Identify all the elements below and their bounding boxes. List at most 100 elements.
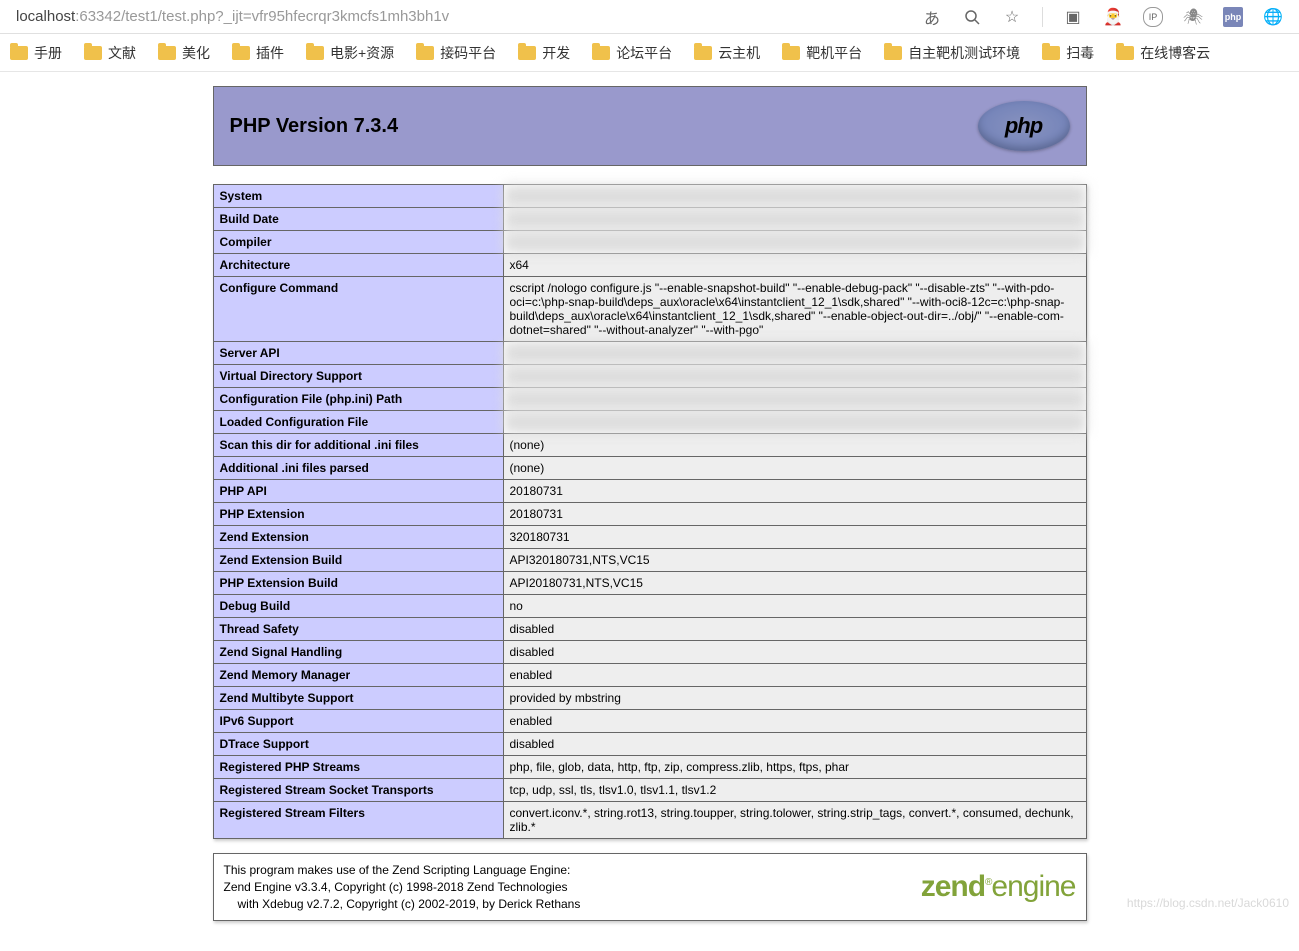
info-key: Thread Safety [213,618,503,641]
zend-line3: with Xdebug v2.7.2, Copyright (c) 2002-2… [224,896,581,913]
spider-icon[interactable]: 🕷 [1183,7,1203,27]
info-key: Registered Stream Socket Transports [213,779,503,802]
zend-credits: This program makes use of the Zend Scrip… [224,862,581,912]
info-value: 20180731 [503,480,1086,503]
info-value: 320180731 [503,526,1086,549]
folder-icon [232,46,250,60]
star-icon[interactable]: ☆ [1002,7,1022,27]
info-key: Build Date [213,208,503,231]
folder-icon [592,46,610,60]
bookmark-item[interactable]: 云主机 [694,43,760,63]
table-row: Thread Safetydisabled [213,618,1086,641]
bookmarks-bar: 手册 文献 美化 插件 电影+资源 接码平台 开发 论坛平台 云主机 靶机平台 自主靶机测试环境 扫毒… [0,34,1299,72]
bookmark-label: 论坛平台 [616,43,672,63]
table-row: Architecturex64 [213,254,1086,277]
info-value: redacted content redacted content [503,208,1086,231]
info-key: Zend Extension Build [213,549,503,572]
table-row: Zend Extension BuildAPI320180731,NTS,VC1… [213,549,1086,572]
info-value: redacted content redacted content [503,231,1086,254]
info-value: disabled [503,641,1086,664]
url-path: :63342/test1/test.php?_ijt=vfr95hfecrqr3… [75,8,449,25]
zend-logo[interactable]: zend®engine [921,870,1076,904]
phpinfo-header: PHP Version 7.3.4 php [213,86,1087,166]
info-value: disabled [503,733,1086,756]
info-value: tcp, udp, ssl, tls, tlsv1.0, tlsv1.1, tl… [503,779,1086,802]
bookmark-item[interactable]: 扫毒 [1042,43,1094,63]
info-key: Configuration File (php.ini) Path [213,388,503,411]
info-key: Virtual Directory Support [213,365,503,388]
table-row: IPv6 Supportenabled [213,710,1086,733]
table-row: Compilerredacted content redacted conten… [213,231,1086,254]
php-logo[interactable]: php [978,101,1070,151]
globe-icon[interactable]: 🌐 [1263,7,1283,27]
info-value: API320180731,NTS,VC15 [503,549,1086,572]
info-value: convert.iconv.*, string.rot13, string.to… [503,802,1086,839]
info-key: Architecture [213,254,503,277]
table-row: Virtual Directory Supportredacted conten… [213,365,1086,388]
info-key: Configure Command [213,277,503,342]
info-key: Server API [213,342,503,365]
bookmark-item[interactable]: 论坛平台 [592,43,672,63]
bookmark-item[interactable]: 接码平台 [416,43,496,63]
info-key: Compiler [213,231,503,254]
info-key: Zend Multibyte Support [213,687,503,710]
info-value: provided by mbstring [503,687,1086,710]
info-key: Zend Signal Handling [213,641,503,664]
info-value: php, file, glob, data, http, ftp, zip, c… [503,756,1086,779]
info-key: Loaded Configuration File [213,411,503,434]
bookmark-item[interactable]: 电影+资源 [306,43,394,63]
bookmark-label: 文献 [108,43,136,63]
bookmark-item[interactable]: 在线博客云 [1116,43,1210,63]
zend-line2: Zend Engine v3.3.4, Copyright (c) 1998-2… [224,880,568,894]
folder-icon [518,46,536,60]
browser-chrome: localhost:63342/test1/test.php?_ijt=vfr9… [0,0,1299,72]
table-row: Registered Stream Filtersconvert.iconv.*… [213,802,1086,839]
bookmark-label: 手册 [34,43,62,63]
bookmark-label: 开发 [542,43,570,63]
folder-icon [84,46,102,60]
php-icon[interactable]: php [1223,7,1243,27]
url-host: localhost [16,8,75,25]
info-value: API20180731,NTS,VC15 [503,572,1086,595]
info-value: redacted content redacted content [503,411,1086,434]
table-row: Configuration File (php.ini) Pathredacte… [213,388,1086,411]
info-key: PHP API [213,480,503,503]
bookmark-label: 靶机平台 [806,43,862,63]
bookmark-item[interactable]: 美化 [158,43,210,63]
info-value: (none) [503,434,1086,457]
bookmark-item[interactable]: 手册 [10,43,62,63]
info-key: Registered PHP Streams [213,756,503,779]
table-row: Zend Memory Managerenabled [213,664,1086,687]
folder-icon [416,46,434,60]
extension-icon-1[interactable]: ▣ [1063,7,1083,27]
bookmark-item[interactable]: 靶机平台 [782,43,862,63]
info-key: DTrace Support [213,733,503,756]
table-row: Server APIredacted content redacted cont… [213,342,1086,365]
folder-icon [884,46,902,60]
info-value: redacted content redacted content [503,185,1086,208]
table-row: Systemredacted content redacted content [213,185,1086,208]
info-key: Registered Stream Filters [213,802,503,839]
folder-icon [306,46,324,60]
phpinfo-table: Systemredacted content redacted contentB… [213,184,1087,839]
bookmark-label: 云主机 [718,43,760,63]
bookmark-item[interactable]: 开发 [518,43,570,63]
address-bar[interactable]: localhost:63342/test1/test.php?_ijt=vfr9… [8,4,922,29]
toolbar-icons: あ ☆ ▣ 🎅 IP 🕷 php 🌐 [922,7,1291,27]
search-icon[interactable] [962,7,982,27]
ip-icon[interactable]: IP [1143,7,1163,27]
info-value: no [503,595,1086,618]
watermark: https://blog.csdn.net/Jack0610 [1127,896,1289,910]
info-value: x64 [503,254,1086,277]
bookmark-item[interactable]: 自主靶机测试环境 [884,43,1020,63]
table-row: PHP Extension BuildAPI20180731,NTS,VC15 [213,572,1086,595]
extension-icon-2[interactable]: 🎅 [1103,7,1123,27]
bookmark-label: 电影+资源 [330,43,394,63]
bookmark-item[interactable]: 插件 [232,43,284,63]
info-key: Scan this dir for additional .ini files [213,434,503,457]
bookmark-item[interactable]: 文献 [84,43,136,63]
bookmark-label: 扫毒 [1066,43,1094,63]
translate-icon[interactable]: あ [922,7,942,27]
table-row: PHP API20180731 [213,480,1086,503]
separator [1042,7,1043,27]
